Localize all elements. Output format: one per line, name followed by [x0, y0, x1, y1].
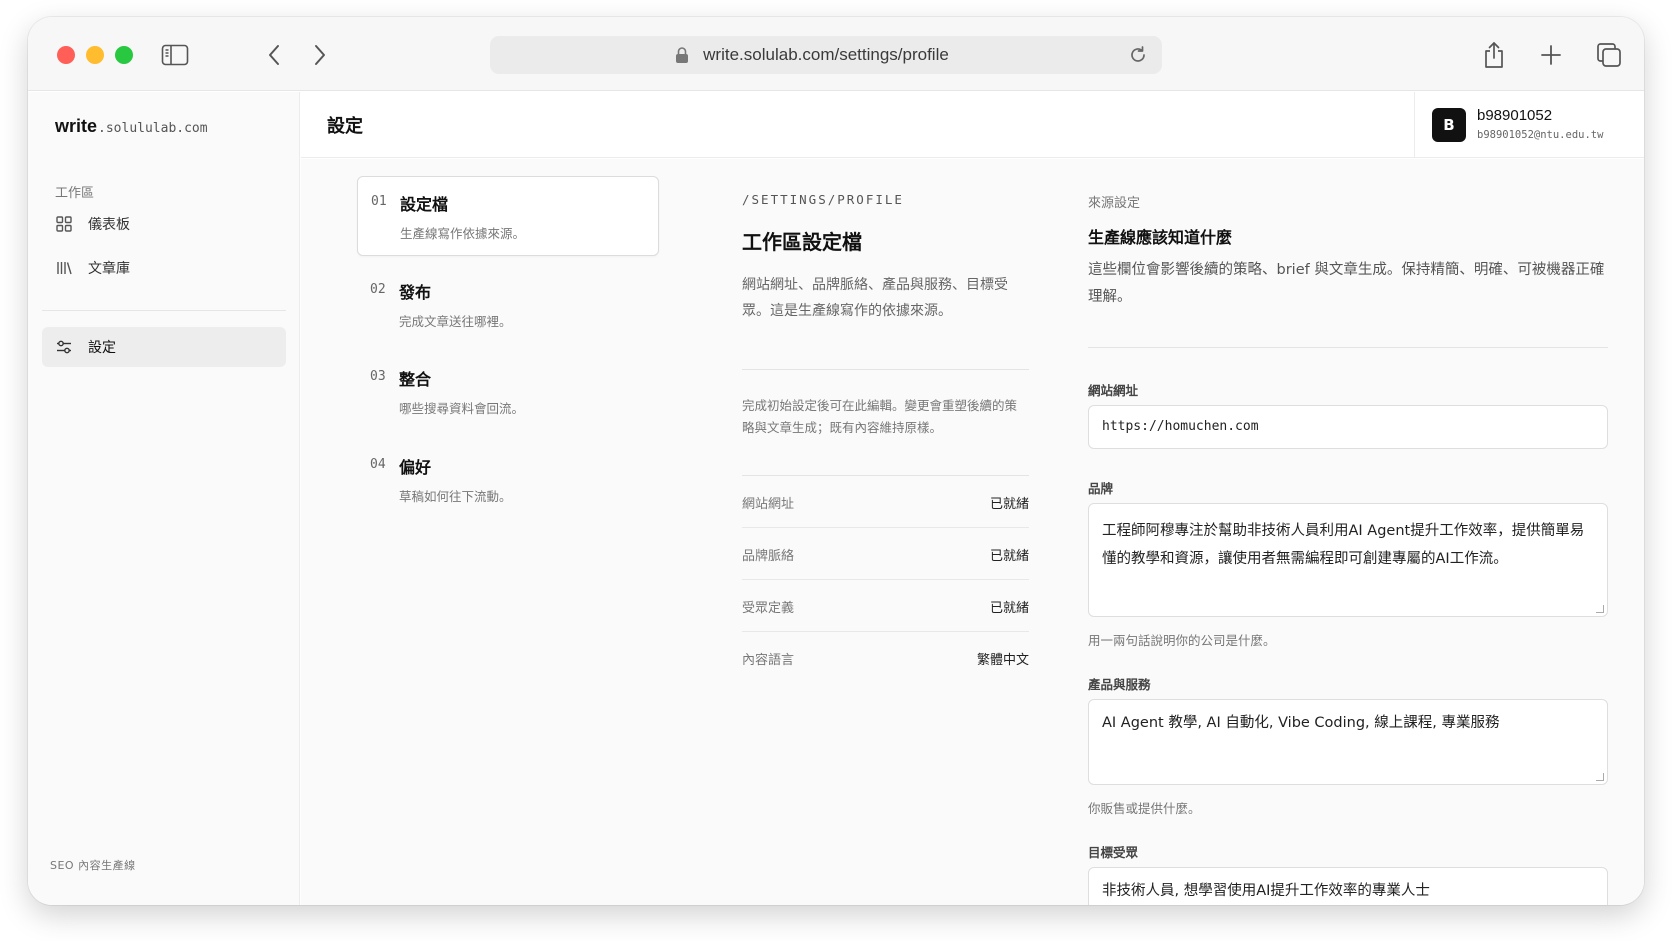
products-textarea[interactable]: AI Agent 教學, AI 自動化, Vibe Coding, 線上課程, … — [1088, 699, 1608, 785]
audience-textarea-value: 非技術人員, 想學習使用AI提升工作效率的專業人士 — [1102, 883, 1430, 899]
audience-textarea[interactable]: 非技術人員, 想學習使用AI提升工作效率的專業人士 — [1088, 867, 1608, 905]
resize-handle[interactable] — [1596, 605, 1604, 613]
status-label: 受眾定義 — [742, 601, 795, 616]
grid-icon — [55, 215, 73, 233]
library-icon — [55, 259, 73, 277]
status-label: 網站網址 — [742, 497, 795, 512]
step-title: 偏好 — [399, 458, 432, 477]
status-row: 網站網址 已就緒 — [742, 476, 1029, 528]
share-icon[interactable] — [1478, 39, 1510, 71]
step-title: 發布 — [399, 283, 432, 302]
section-title: 工作區設定檔 — [742, 230, 862, 254]
page-header: 設定 B b98901052 b98901052@ntu.edu.tw — [301, 92, 1644, 158]
sidebar: write.solululab.com 工作區 儀表板 文章庫 設定 SEO 內… — [28, 92, 300, 905]
status-value: 已就緒 — [989, 601, 1029, 616]
step-description: 完成文章送往哪裡。 — [399, 314, 512, 329]
browser-window: write.solulab.com/settings/profile write… — [28, 17, 1644, 905]
brand-textarea-value: 工程師阿穆專注於幫助非技術人員利用AI Agent提升工作效率，提供簡單易懂的教… — [1102, 523, 1585, 567]
step-publish[interactable]: 02 發布 完成文章送往哪裡。 — [357, 265, 659, 345]
divider — [742, 369, 1029, 370]
form-kicker: 來源設定 — [1088, 196, 1141, 211]
status-row: 內容語言 繁體中文 — [742, 632, 1029, 684]
status-row: 品牌脈絡 已就緒 — [742, 528, 1029, 580]
step-number: 02 — [370, 282, 386, 297]
step-preferences[interactable]: 04 偏好 草稿如何往下流動。 — [357, 440, 659, 520]
brand-main: write — [55, 116, 98, 136]
status-label: 品牌脈絡 — [742, 549, 795, 564]
website-label: 網站網址 — [1088, 383, 1139, 398]
sidebar-toggle-icon[interactable] — [159, 39, 191, 71]
new-tab-icon[interactable] — [1535, 39, 1567, 71]
address-bar[interactable]: write.solulab.com/settings/profile — [490, 36, 1162, 74]
route-path: /SETTINGS/PROFILE — [742, 192, 904, 207]
sidebar-divider — [42, 310, 286, 311]
sliders-icon — [55, 338, 73, 356]
step-description: 草稿如何往下流動。 — [399, 489, 512, 504]
settings-content: 01 設定檔 生產線寫作依據來源。 02 發布 完成文章送往哪裡。 03 整合 … — [301, 159, 1644, 905]
user-email: b98901052@ntu.edu.tw — [1477, 129, 1604, 141]
sidebar-item-library[interactable]: 文章庫 — [42, 248, 286, 288]
user-name: b98901052 — [1477, 107, 1553, 124]
page-title: 設定 — [327, 116, 363, 137]
step-description: 生產線寫作依據來源。 — [400, 226, 526, 241]
sidebar-section-label: 工作區 — [55, 186, 95, 201]
back-icon[interactable] — [258, 39, 290, 71]
sidebar-item-label: 儀表板 — [88, 217, 130, 233]
tabs-overview-icon[interactable] — [1593, 39, 1625, 71]
status-value: 已就緒 — [989, 497, 1029, 512]
url-text: write.solulab.com/settings/profile — [703, 45, 949, 64]
minimize-window-button[interactable] — [86, 46, 104, 64]
status-value: 繁體中文 — [976, 653, 1029, 668]
products-textarea-value: AI Agent 教學, AI 自動化, Vibe Coding, 線上課程, … — [1102, 715, 1500, 731]
form-title: 生產線應該知道什麼 — [1088, 228, 1233, 247]
audience-label: 目標受眾 — [1088, 845, 1139, 860]
website-input[interactable]: https://homuchen.com — [1088, 405, 1608, 449]
close-window-button[interactable] — [57, 46, 75, 64]
step-profile[interactable]: 01 設定檔 生產線寫作依據來源。 — [357, 176, 659, 256]
sidebar-footer: SEO 內容生產線 — [50, 859, 136, 872]
zoom-window-button[interactable] — [115, 46, 133, 64]
sidebar-item-settings[interactable]: 設定 — [42, 327, 286, 367]
resize-handle[interactable] — [1596, 773, 1604, 781]
status-row: 受眾定義 已就緒 — [742, 580, 1029, 632]
brand-label: 品牌 — [1088, 481, 1114, 496]
step-number: 03 — [370, 369, 386, 384]
reload-icon[interactable] — [1128, 45, 1148, 65]
step-number: 04 — [370, 457, 386, 472]
section-note: 完成初始設定後可在此編輯。變更會重塑後續的策略與文章生成；既有內容維持原樣。 — [742, 398, 1018, 435]
forward-icon[interactable] — [304, 39, 336, 71]
step-integrations[interactable]: 03 整合 哪些搜尋資料會回流。 — [357, 352, 659, 432]
status-value: 已就緒 — [989, 549, 1029, 564]
divider — [1088, 347, 1608, 348]
brand-help-text: 用一兩句話說明你的公司是什麼。 — [1088, 633, 1276, 648]
brand-sub: .solululab.com — [98, 121, 208, 136]
products-label: 產品與服務 — [1088, 677, 1151, 692]
step-number: 01 — [371, 194, 387, 209]
sidebar-item-dashboard[interactable]: 儀表板 — [42, 204, 286, 244]
status-label: 內容語言 — [742, 653, 795, 668]
avatar: B — [1432, 108, 1466, 142]
user-menu[interactable]: B b98901052 b98901052@ntu.edu.tw — [1414, 92, 1644, 158]
step-title: 整合 — [399, 370, 432, 389]
section-description: 網站網址、品牌脈絡、產品與服務、目標受眾。這是生產線寫作的依據來源。 — [742, 277, 1008, 319]
form-description: 這些欄位會影響後續的策略、brief 與文章生成。保持精簡、明確、可被機器正確理… — [1088, 262, 1605, 305]
sidebar-item-label: 設定 — [88, 340, 116, 356]
browser-toolbar: write.solulab.com/settings/profile — [28, 17, 1644, 91]
step-description: 哪些搜尋資料會回流。 — [399, 401, 525, 416]
sidebar-item-label: 文章庫 — [88, 261, 130, 277]
brand-textarea[interactable]: 工程師阿穆專注於幫助非技術人員利用AI Agent提升工作效率，提供簡單易懂的教… — [1088, 503, 1608, 617]
products-help-text: 你販售或提供什麼。 — [1088, 801, 1201, 816]
brand-logo[interactable]: write.solululab.com — [55, 116, 208, 137]
step-title: 設定檔 — [400, 195, 449, 214]
